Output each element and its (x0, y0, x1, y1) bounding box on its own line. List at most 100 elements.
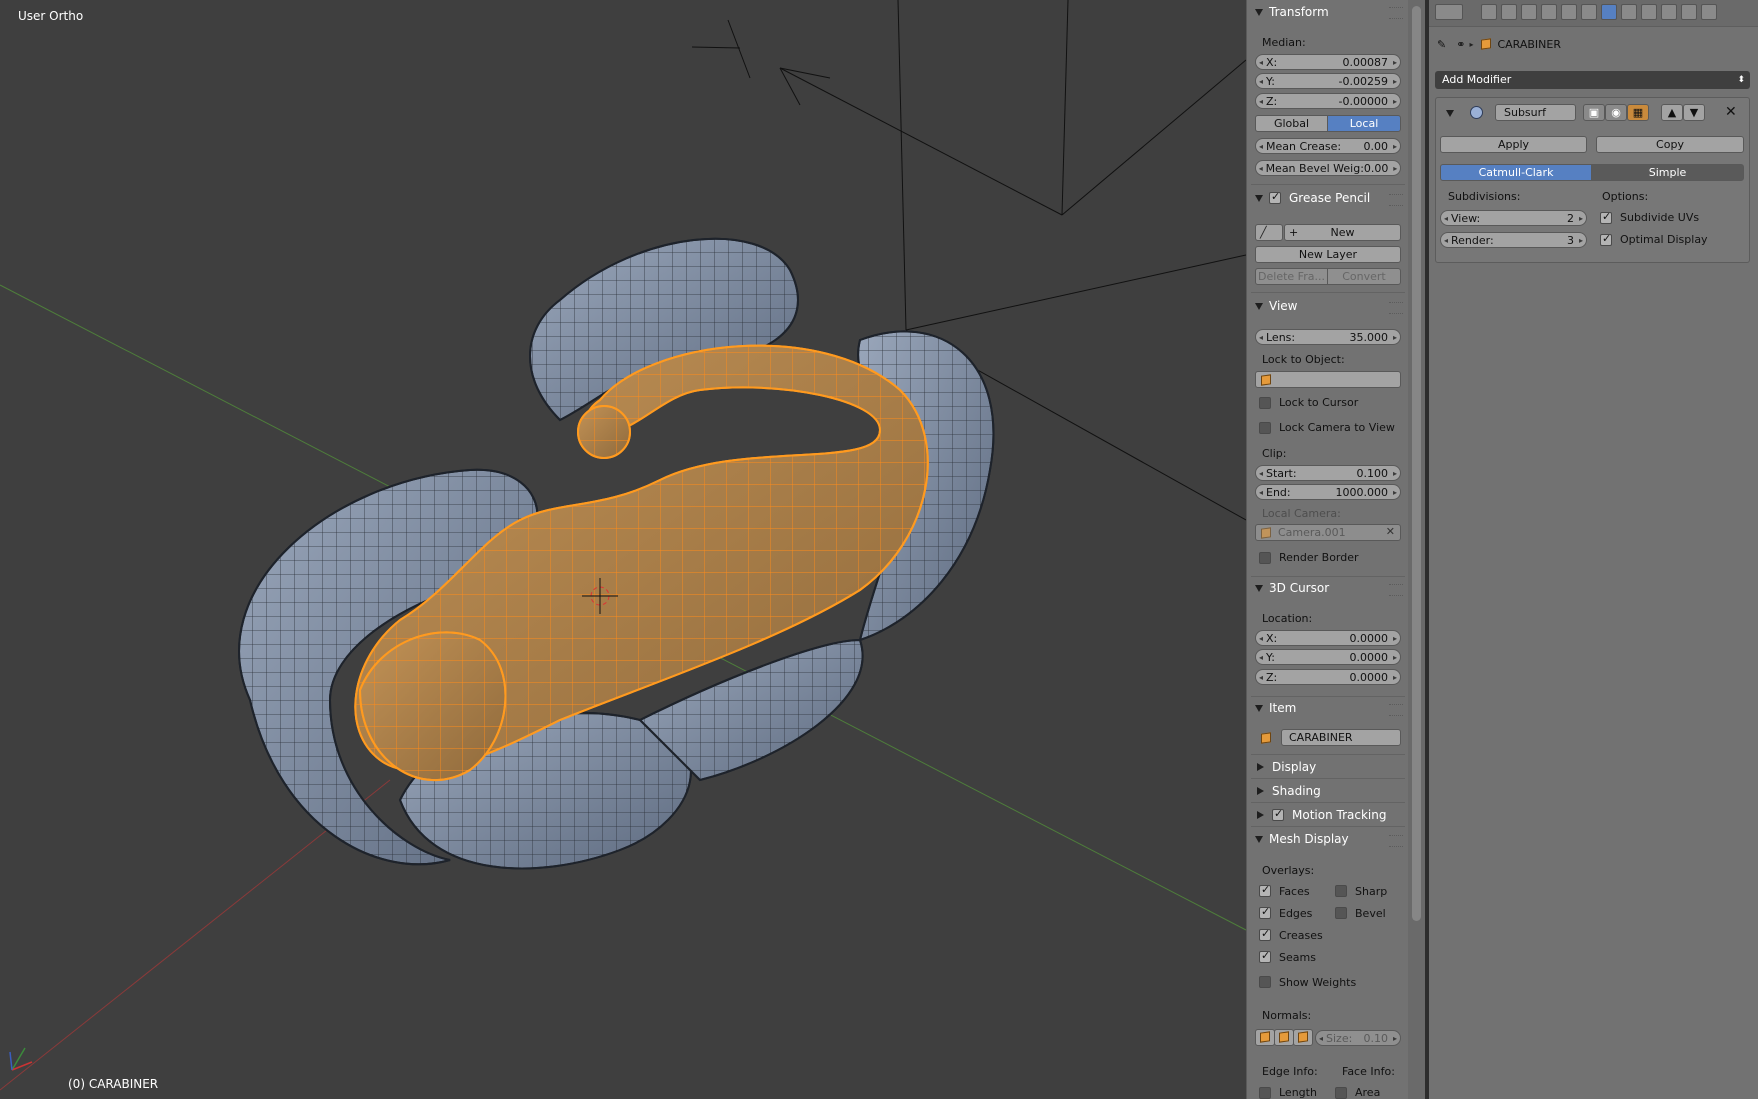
object-tab-icon[interactable] (1561, 4, 1577, 20)
face-normals-button[interactable] (1293, 1029, 1313, 1046)
median-y-field[interactable]: ◂ Y: -0.00259 ▸ (1255, 73, 1401, 89)
optimal-display-checkbox[interactable] (1600, 232, 1612, 246)
panel-grip-icon[interactable] (1389, 302, 1403, 314)
view-mode-label: User Ortho (18, 9, 84, 23)
panel-grip-icon[interactable] (1389, 835, 1403, 847)
editor-type-icon[interactable] (1435, 4, 1463, 20)
texture-tab-icon[interactable] (1661, 4, 1677, 20)
subdivide-uvs-checkbox[interactable] (1600, 210, 1612, 224)
add-modifier-dropdown[interactable]: Add Modifier ⬍ (1435, 71, 1750, 89)
object-name-field[interactable]: CARABINER (1281, 729, 1401, 746)
pencil-mode-selector[interactable]: ╱ (1255, 224, 1283, 241)
grease-pencil-checkbox[interactable] (1269, 190, 1281, 204)
expand-triangle-icon (1255, 194, 1263, 202)
remove-modifier-close-icon[interactable]: ✕ (1725, 104, 1737, 120)
view-subdivisions-field[interactable]: ◂ View: 2 ▸ (1440, 210, 1587, 226)
panel-grip-icon[interactable] (1389, 584, 1403, 596)
normals-size-field[interactable]: ◂ Size: 0.10 ▸ (1315, 1030, 1401, 1046)
modifier-name-value: Subsurf (1504, 106, 1547, 119)
local-toggle-button[interactable]: Local (1327, 115, 1401, 132)
panel-grip-icon[interactable] (1389, 194, 1403, 206)
3d-cursor-panel-header[interactable]: 3D Cursor (1255, 578, 1329, 598)
edges-checkbox[interactable] (1259, 905, 1271, 919)
length-checkbox[interactable] (1259, 1087, 1271, 1099)
vertex-normals-button[interactable] (1255, 1029, 1275, 1046)
view-panel-header[interactable]: View (1255, 296, 1297, 316)
mean-crease-field[interactable]: ◂ Mean Crease: 0.00 ▸ (1255, 138, 1401, 154)
show-weights-label: Show Weights (1279, 976, 1357, 989)
render-toggle-icon[interactable]: ▣ (1583, 104, 1605, 121)
cursor-x-field[interactable]: ◂ X: 0.0000 ▸ (1255, 630, 1401, 646)
world-tab-icon[interactable] (1541, 4, 1557, 20)
lens-field[interactable]: ◂ Lens: 35.000 ▸ (1255, 329, 1401, 345)
copy-button[interactable]: Copy (1596, 136, 1744, 153)
scrollbar-thumb[interactable] (1412, 6, 1421, 921)
editmode-toggle-icon[interactable]: ▦ (1627, 104, 1649, 121)
transform-panel-header[interactable]: Transform (1255, 2, 1329, 22)
expand-triangle-icon[interactable] (1446, 110, 1454, 117)
median-z-field[interactable]: ◂ Z: -0.00000 ▸ (1255, 93, 1401, 109)
clear-x-icon[interactable]: ✕ (1386, 525, 1395, 538)
lock-to-cursor-checkbox[interactable] (1259, 397, 1271, 409)
3d-viewport[interactable]: User Ortho (0) CARABINER (0, 0, 1246, 1099)
n-panel-scrollbar[interactable] (1408, 0, 1425, 1099)
new-layer-button[interactable]: New Layer (1255, 246, 1401, 263)
cursor-y-field[interactable]: ◂ Y: 0.0000 ▸ (1255, 649, 1401, 665)
mean-bevel-weight-field[interactable]: ◂ Mean Bevel Weig: 0.00 ▸ (1255, 160, 1401, 176)
object-cube-icon (1261, 732, 1271, 744)
display-toggle-eye-icon[interactable]: ◉ (1605, 104, 1627, 121)
local-camera-field[interactable]: Camera.001 ✕ (1255, 524, 1401, 541)
motion-tracking-checkbox[interactable] (1272, 807, 1284, 821)
shading-panel-header[interactable]: Shading (1255, 781, 1321, 801)
global-toggle-button[interactable]: Global (1255, 115, 1328, 132)
panel-grip-icon[interactable] (1389, 704, 1403, 716)
material-tab-icon[interactable] (1641, 4, 1657, 20)
display-title: Display (1272, 760, 1317, 774)
panel-grip-icon[interactable] (1389, 7, 1403, 19)
apply-button[interactable]: Apply (1440, 136, 1587, 153)
normals-label: Normals: (1262, 1009, 1312, 1022)
object-name-value: CARABINER (1289, 731, 1353, 744)
creases-checkbox[interactable] (1259, 927, 1271, 941)
median-x-field[interactable]: ◂ X: 0.00087 ▸ (1255, 54, 1401, 70)
display-panel-header[interactable]: Display (1255, 757, 1316, 777)
sharp-checkbox[interactable] (1335, 885, 1347, 897)
faces-checkbox[interactable] (1259, 883, 1271, 897)
render-border-checkbox[interactable] (1259, 552, 1271, 564)
convert-button[interactable]: Convert (1327, 268, 1401, 285)
modifiers-tab-icon[interactable] (1601, 4, 1617, 20)
move-up-icon[interactable]: ▲ (1661, 104, 1683, 121)
area-checkbox[interactable] (1335, 1087, 1347, 1099)
lock-object-field[interactable] (1255, 371, 1401, 388)
object-cube-icon (1481, 38, 1492, 50)
modifier-name-field[interactable]: Subsurf (1495, 104, 1576, 121)
cursor-z-field[interactable]: ◂ Z: 0.0000 ▸ (1255, 669, 1401, 685)
item-panel-header[interactable]: Item (1255, 698, 1296, 718)
grease-pencil-new-button[interactable]: + New (1284, 224, 1401, 241)
particles-tab-icon[interactable] (1681, 4, 1697, 20)
physics-tab-icon[interactable] (1701, 4, 1717, 20)
simple-button[interactable]: Simple (1591, 164, 1744, 181)
render-subdivisions-field[interactable]: ◂ Render: 3 ▸ (1440, 232, 1587, 248)
scene-tab-icon[interactable] (1521, 4, 1537, 20)
data-tab-icon[interactable] (1621, 4, 1637, 20)
pin-icon[interactable]: ✎ (1437, 38, 1446, 51)
clip-start-field[interactable]: ◂ Start: 0.100 ▸ (1255, 465, 1401, 481)
delete-frame-button[interactable]: Delete Fra... (1255, 268, 1328, 285)
catmull-clark-button[interactable]: Catmull-Clark (1440, 164, 1592, 181)
move-down-icon[interactable]: ▼ (1683, 104, 1705, 121)
clip-end-field[interactable]: ◂ End: 1000.000 ▸ (1255, 484, 1401, 500)
properties-n-panel: Transform Median: ◂ X: 0.00087 ▸ ◂ Y: -0.0025… (1246, 0, 1409, 1099)
render-layers-tab-icon[interactable] (1501, 4, 1517, 20)
split-normals-button[interactable] (1274, 1029, 1294, 1046)
mesh-display-panel-header[interactable]: Mesh Display (1255, 829, 1349, 849)
render-tab-icon[interactable] (1481, 4, 1497, 20)
grease-pencil-panel-header[interactable]: Grease Pencil (1255, 188, 1370, 208)
constraints-tab-icon[interactable] (1581, 4, 1597, 20)
lock-camera-to-view-checkbox[interactable] (1259, 422, 1271, 434)
divider (1251, 184, 1405, 185)
seams-checkbox[interactable] (1259, 949, 1271, 963)
show-weights-checkbox[interactable] (1259, 976, 1271, 988)
motion-tracking-panel-header[interactable]: Motion Tracking (1255, 805, 1386, 825)
bevel-checkbox[interactable] (1335, 907, 1347, 919)
